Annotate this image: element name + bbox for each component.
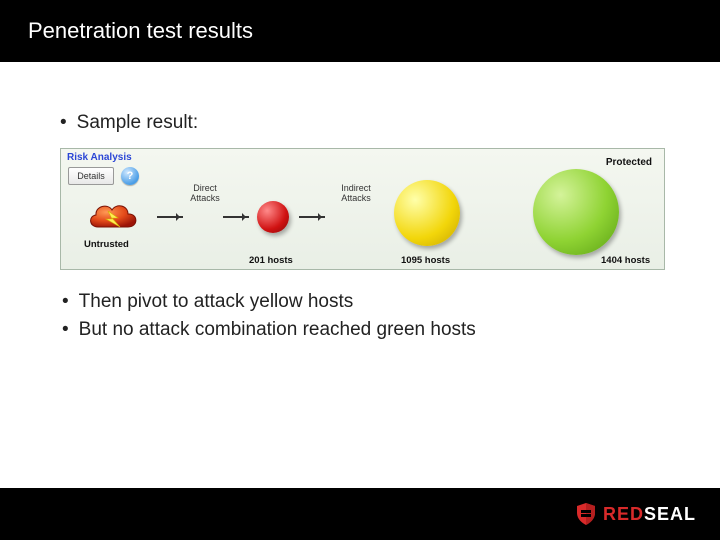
risk-analysis-panel: Risk Analysis Details ? Untrusted — [60, 148, 665, 270]
logo-text: REDSEAL — [603, 504, 696, 525]
indirect-attacks-label: Indirect Attacks — [333, 184, 379, 204]
redseal-logo: REDSEAL — [575, 502, 696, 526]
bullet-dot-icon: • — [62, 316, 69, 344]
direct-attacks-label: Direct Attacks — [183, 184, 227, 204]
slide-title: Penetration test results — [28, 18, 253, 44]
sub-bullet-list: • Then pivot to attack yellow hosts • Bu… — [62, 288, 670, 343]
direct-attacks-l2: Attacks — [190, 193, 220, 203]
arrow-icon — [299, 216, 325, 218]
untrusted-label: Untrusted — [84, 239, 129, 250]
bullet-sample-result-text: Sample result: — [77, 112, 198, 134]
bullet-dot-icon: • — [62, 288, 69, 316]
bullet-sample-result: • Sample result: — [60, 112, 670, 134]
red-sphere-icon — [257, 201, 289, 233]
slide-title-band: Penetration test results — [0, 0, 720, 62]
arrow-icon — [223, 216, 249, 218]
bullet-dot-icon: • — [60, 112, 67, 134]
details-button[interactable]: Details — [68, 167, 114, 185]
yellow-sphere-icon — [394, 180, 460, 246]
untrusted-cloud-icon — [86, 197, 142, 237]
green-hosts-count: 1404 hosts — [601, 255, 650, 266]
logo-text-red: RED — [603, 504, 644, 524]
red-hosts-count: 201 hosts — [249, 255, 293, 266]
indirect-attacks-l1: Indirect — [341, 183, 371, 193]
panel-title: Risk Analysis — [67, 152, 132, 163]
green-sphere-icon — [533, 169, 619, 255]
help-icon[interactable]: ? — [121, 167, 139, 185]
help-glyph: ? — [127, 170, 134, 182]
slide-body: • Sample result: Risk Analysis Details ? — [0, 62, 720, 343]
details-button-label: Details — [77, 171, 105, 181]
logo-text-seal: SEAL — [644, 504, 696, 524]
footer-band: REDSEAL — [0, 488, 720, 540]
shield-icon — [575, 502, 597, 526]
arrow-icon — [157, 216, 183, 218]
bullet-pivot-yellow: • Then pivot to attack yellow hosts — [62, 288, 670, 316]
yellow-hosts-count: 1095 hosts — [401, 255, 450, 266]
bullet-no-green-text: But no attack combination reached green … — [79, 316, 476, 344]
direct-attacks-l1: Direct — [193, 183, 217, 193]
bullet-pivot-yellow-text: Then pivot to attack yellow hosts — [79, 288, 354, 316]
protected-label: Protected — [606, 157, 652, 168]
bullet-no-green: • But no attack combination reached gree… — [62, 316, 670, 344]
indirect-attacks-l2: Attacks — [341, 193, 371, 203]
